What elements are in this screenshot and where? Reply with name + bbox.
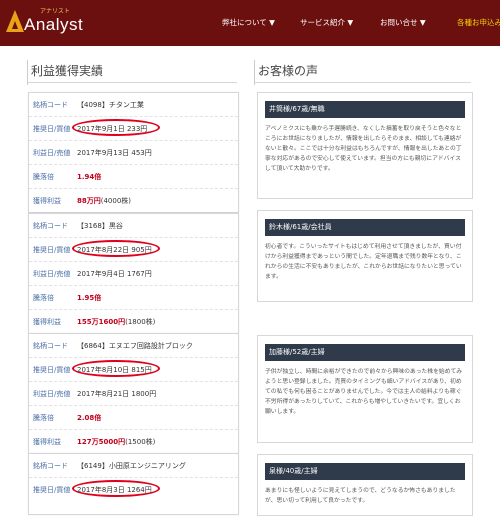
profit-label: 獲得利益 [33, 438, 61, 446]
buy-label: 推奨日/買値 [33, 246, 71, 254]
logo[interactable]: アナリスト Analyst [6, 8, 92, 38]
profit-unit: (1800株) [125, 318, 156, 326]
logo-kana: アナリスト [40, 8, 70, 15]
sell-value: 2017年9月4日 1767円 [77, 270, 152, 278]
sell-value: 2017年9月13日 453円 [77, 149, 152, 157]
voices-title-divider [255, 82, 471, 83]
sell-label: 利益日/売値 [33, 149, 71, 157]
testimonial-body: 初心者です。こういったサイトもはじめて利用させて頂きましたが、買い付けから利益獲… [265, 244, 462, 280]
voices-section-title: お客様の声 [258, 64, 319, 78]
logo-mark-icon [6, 10, 24, 32]
profit-label: 獲得利益 [33, 318, 61, 326]
result-row: 利益日/売値 2017年9月4日 1767円 [29, 262, 238, 286]
profit-value-wrap: 88万円(4000株) [77, 196, 131, 206]
result-row: 銘柄コード 【6149】小田原エンジニアリング [29, 454, 238, 478]
results-section-title: 利益獲得実績 [31, 64, 104, 78]
multiplier-label: 騰落倍 [33, 414, 54, 422]
logo-text: Analyst [24, 15, 84, 34]
buy-label: 推奨日/買値 [33, 366, 71, 374]
code-value: 【6149】小田原エンジニアリング [77, 462, 186, 470]
profit-unit: (1500株) [125, 438, 156, 446]
result-row: 獲得利益 155万1600円(1800株) [29, 310, 238, 333]
code-value: 【3168】黒谷 [77, 222, 123, 230]
result-row: 推奨日/買値 2017年8月22日 905円 [29, 238, 238, 262]
code-label: 銘柄コード [33, 222, 68, 230]
buy-value: 2017年8月3日 1264円 [77, 486, 152, 494]
testimonial-body: 子供が独立し、時間に余裕ができたので前々から興味のあった株を始めてみようと思い登… [265, 369, 463, 415]
testimonial-body: あまりにも怪しいように見えてしまうので、どうなるか怖さもありましたが、思い切って… [265, 488, 456, 504]
testimonial-card: 井筒様/67歳/無職 アベノミクスにも乗から手遅勝続き、なくした損蓄を取り戻そう… [257, 92, 473, 199]
result-row: 利益日/売値 2017年9月13日 453円 [29, 141, 238, 165]
result-row: 推奨日/買値 2017年8月3日 1264円 [29, 478, 238, 501]
result-row: 騰落倍 1.95倍 [29, 286, 238, 310]
buy-value: 2017年8月22日 905円 [77, 246, 152, 254]
result-row: 獲得利益 127万5000円(1500株) [29, 430, 238, 453]
profit-value-wrap: 155万1600円(1800株) [77, 317, 155, 327]
profit-unit: (4000株) [100, 197, 132, 205]
code-label: 銘柄コード [33, 342, 68, 350]
testimonial-body: アベノミクスにも乗から手遅勝続き、なくした損蓄を取り戻そうと色々なところにお世話… [265, 126, 462, 172]
code-value: 【6864】エヌエフ回路設計ブロック [77, 342, 193, 350]
code-label: 銘柄コード [33, 462, 68, 470]
result-card: 銘柄コード 【6149】小田原エンジニアリング 推奨日/買値 2017年8月3日 1… [28, 453, 239, 515]
buy-label: 推奨日/買値 [33, 486, 71, 494]
testimonial-card: 鈴木様/61歳/会社員 初心者です。こういったサイトもはじめて利用させて頂きまし… [257, 210, 473, 302]
testimonial-header: 鈴木様/61歳/会社員 [265, 219, 465, 236]
testimonial-header: 泉様/40歳/主婦 [265, 463, 465, 480]
sell-value: 2017年8月21日 1800円 [77, 390, 157, 398]
profit-value-wrap: 127万5000円(1500株) [77, 437, 155, 447]
multiplier-value: 1.95倍 [77, 294, 102, 302]
testimonial-header: 加藤様/52歳/主婦 [265, 344, 465, 361]
results-title-divider [28, 82, 237, 83]
multiplier-label: 騰落倍 [33, 294, 54, 302]
buy-value: 2017年9月1日 233円 [77, 125, 148, 133]
buy-value: 2017年8月10日 815円 [77, 366, 152, 374]
result-row: 騰落倍 2.08倍 [29, 406, 238, 430]
sell-label: 利益日/売値 [33, 390, 71, 398]
result-card: 銘柄コード 【6864】エヌエフ回路設計ブロック 推奨日/買値 2017年8月10日… [28, 333, 239, 454]
code-value: 【4098】チタン工業 [77, 101, 144, 109]
profit-value: 155万1600円 [77, 318, 126, 326]
result-row: 推奨日/買値 2017年8月10日 815円 [29, 358, 238, 382]
result-row: 銘柄コード 【6864】エヌエフ回路設計ブロック [29, 334, 238, 358]
nav-contact[interactable]: お問い合せ ▼ [380, 17, 426, 28]
result-card: 銘柄コード 【4098】チタン工業 推奨日/買値 2017年9月1日 233円 利益… [28, 92, 239, 213]
sell-label: 利益日/売値 [33, 270, 71, 278]
testimonial-card: 加藤様/52歳/主婦 子供が独立し、時間に余裕ができたので前々から興味のあった株… [257, 335, 473, 443]
site-header: アナリスト Analyst 弊社について ▼ サービス紹介 ▼ お問い合せ ▼ … [0, 0, 500, 46]
nav-services[interactable]: サービス紹介 ▼ [300, 17, 353, 28]
profit-value: 88万円 [77, 197, 101, 205]
result-row: 銘柄コード 【3168】黒谷 [29, 214, 238, 238]
profit-value: 127万5000円 [77, 438, 126, 446]
nav-apply[interactable]: 各種お申込み ▼ [457, 17, 500, 28]
multiplier-value: 2.08倍 [77, 414, 102, 422]
buy-label: 推奨日/買値 [33, 125, 71, 133]
multiplier-value: 1.94倍 [77, 173, 102, 181]
result-row: 銘柄コード 【4098】チタン工業 [29, 93, 238, 117]
result-row: 推奨日/買値 2017年9月1日 233円 [29, 117, 238, 141]
nav-about[interactable]: 弊社について ▼ [222, 17, 275, 28]
profit-label: 獲得利益 [33, 197, 61, 205]
testimonial-card: 泉様/40歳/主婦 あまりにも怪しいように見えてしまうので、どうなるか怖さもあり… [257, 454, 473, 516]
result-card: 銘柄コード 【3168】黒谷 推奨日/買値 2017年8月22日 905円 利益日/… [28, 213, 239, 334]
result-row: 利益日/売値 2017年8月21日 1800円 [29, 382, 238, 406]
testimonial-header: 井筒様/67歳/無職 [265, 101, 465, 118]
result-row: 騰落倍 1.94倍 [29, 165, 238, 189]
result-row: 獲得利益 88万円(4000株) [29, 189, 238, 212]
code-label: 銘柄コード [33, 101, 68, 109]
multiplier-label: 騰落倍 [33, 173, 54, 181]
